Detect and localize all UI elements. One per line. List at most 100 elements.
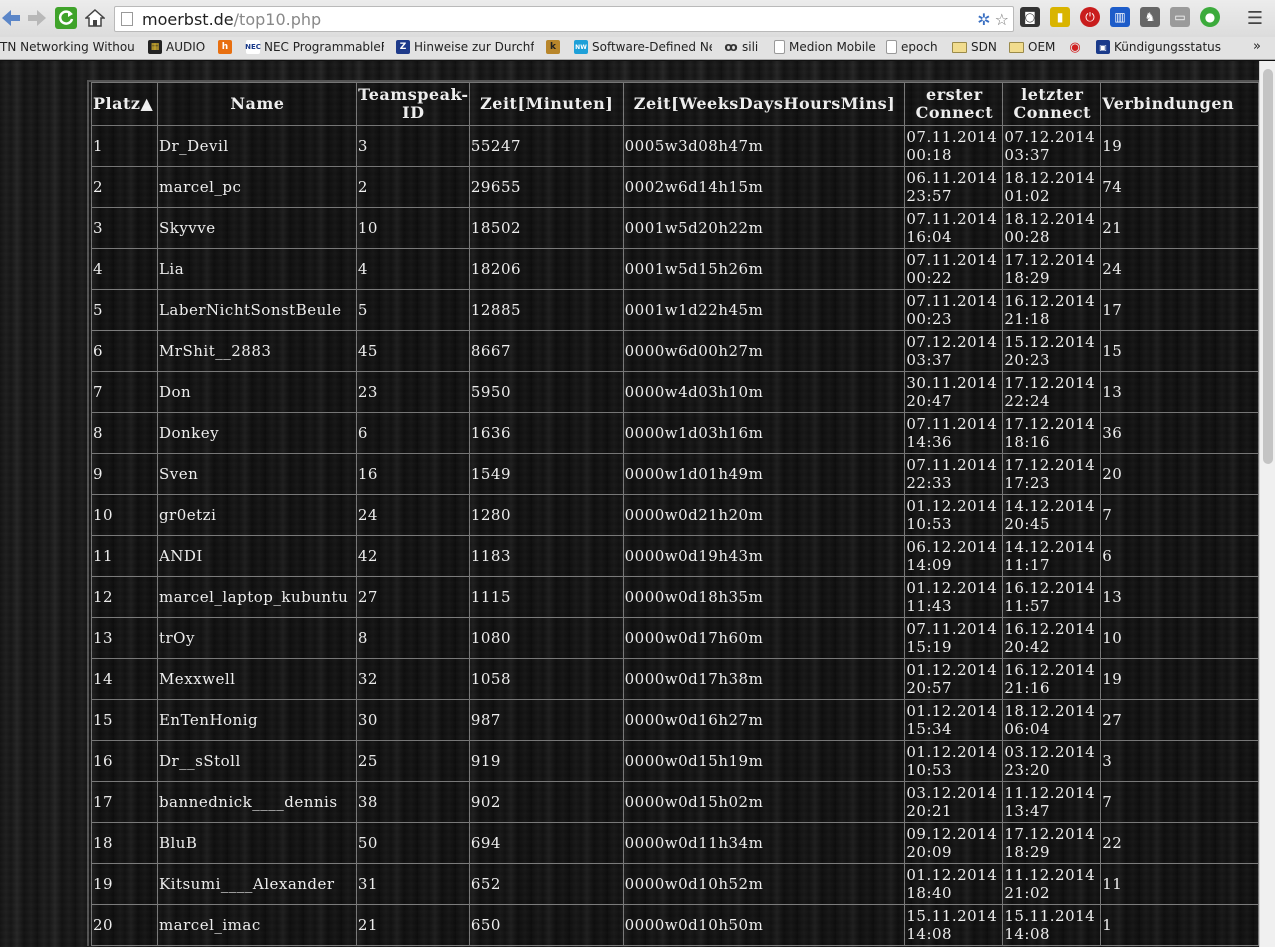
cell-verbindungen: 1	[1100, 904, 1259, 946]
page-viewport: Platz▲ Name Teamspeak- ID Zeit[Minuten] Z…	[0, 61, 1259, 947]
cell-teamspeak-id: 3	[355, 125, 470, 167]
bookmark-item[interactable]: Medion Mobile	[774, 40, 876, 54]
translate-icon[interactable]: ✲	[977, 10, 990, 29]
cell-letzter-connect: 11.12.2014 13:47	[1002, 781, 1102, 823]
cell-verbindungen: 20	[1100, 453, 1259, 495]
header-name[interactable]: Name	[156, 82, 357, 126]
bookmark-item[interactable]: ◉	[1068, 40, 1082, 55]
cell-letzter-connect-time: 18:16	[1004, 433, 1051, 451]
bookmark-item[interactable]: TN Networking Without	[0, 40, 134, 54]
cell-letzter-connect-date: 16.12.2014	[1004, 620, 1096, 638]
bookmark-item[interactable]: h	[218, 40, 232, 54]
bookmark-item[interactable]: ꝏ sili	[724, 40, 758, 54]
cell-teamspeak-id: 27	[355, 576, 470, 618]
header-erster-connect[interactable]: erster Connect	[904, 82, 1004, 126]
header-zeit-wdhm[interactable]: Zeit[WeeksDaysHoursMins]	[622, 82, 906, 126]
vertical-scrollbar[interactable]	[1259, 61, 1275, 947]
page-icon	[774, 40, 785, 54]
cell-verbindungen: 36	[1100, 412, 1259, 454]
menu-icon[interactable]: ☰	[1247, 8, 1263, 29]
header-letzter-connect[interactable]: letzter Connect	[1002, 82, 1102, 126]
cell-erster-connect-time: 10:53	[906, 515, 953, 533]
ranking-table: Platz▲ Name Teamspeak- ID Zeit[Minuten] Z…	[91, 82, 1259, 946]
cell-platz: 15	[91, 699, 158, 741]
spy-extension-icon[interactable]: ♞	[1140, 7, 1160, 27]
cell-zeit-minuten: 18502	[468, 207, 624, 249]
cell-letzter-connect-time: 23:20	[1004, 761, 1051, 779]
cell-verbindungen: 74	[1100, 166, 1259, 208]
cell-erster-connect-time: 10:53	[906, 761, 953, 779]
cell-erster-connect: 01.12.2014 20:57	[904, 658, 1004, 700]
cell-zeit-wdhm: 0000w1d03h16m	[622, 412, 906, 454]
back-arrow-icon[interactable]	[0, 7, 22, 29]
header-zeit-minuten[interactable]: Zeit[Minuten]	[468, 82, 624, 126]
cell-platz: 3	[91, 207, 158, 249]
bookmark-item[interactable]: k	[546, 40, 560, 54]
cell-name: Don	[156, 371, 357, 413]
cell-letzter-connect-time: 21:16	[1004, 679, 1051, 697]
cell-letzter-connect-time: 13:47	[1004, 802, 1051, 820]
cell-zeit-minuten: 8667	[468, 330, 624, 372]
comment-extension-icon[interactable]: ▭	[1170, 7, 1190, 27]
cell-platz: 10	[91, 494, 158, 536]
cell-zeit-wdhm: 0000w0d18h35m	[622, 576, 906, 618]
address-bar[interactable]: moerbst.de/top10.php ✲ ☆	[114, 6, 1014, 32]
table-row: 6 MrShit__2883 45 8667 0000w6d00h27m 07.12.20…	[91, 330, 1259, 372]
cell-erster-connect-date: 09.12.2014	[906, 825, 998, 843]
scrollbar-thumb[interactable]	[1263, 69, 1273, 464]
table-row: 12 marcel_laptop_kubuntu 27 1115 0000w0d18h3…	[91, 576, 1259, 618]
bookmark-item[interactable]: epoch	[886, 40, 938, 54]
bookmark-item[interactable]: OEM	[1009, 40, 1055, 54]
cell-name: LaberNichtSonstBeule	[156, 289, 357, 331]
cell-teamspeak-id: 8	[355, 617, 470, 659]
cell-letzter-connect-date: 16.12.2014	[1004, 579, 1096, 597]
more-bookmarks-button[interactable]: »	[1253, 39, 1261, 54]
bookmark-item[interactable]: ▦ AUDIO	[148, 40, 205, 54]
stop-extension-icon[interactable]: ⏻	[1080, 7, 1100, 27]
reload-icon[interactable]	[55, 7, 77, 29]
cell-letzter-connect-time: 01:02	[1004, 187, 1051, 205]
bookmark-item[interactable]: NW Software-Defined Ne	[574, 40, 712, 54]
table-row: 19 Kitsumi____Alexander 31 652 0000w0d10h52m…	[91, 863, 1259, 905]
phone-extension-icon[interactable]: ▮	[1050, 7, 1070, 27]
cell-platz: 6	[91, 330, 158, 372]
home-icon[interactable]	[84, 7, 106, 29]
evernote-extension-icon[interactable]: ●	[1200, 7, 1220, 27]
cell-name: MrShit__2883	[156, 330, 357, 372]
cell-letzter-connect-date: 16.12.2014	[1004, 292, 1096, 310]
forward-arrow-icon[interactable]	[26, 7, 48, 29]
table-row: 15 EnTenHonig 30 987 0000w0d16h27m 01.12.2014…	[91, 699, 1259, 741]
cell-erster-connect: 07.12.2014 03:37	[904, 330, 1004, 372]
stats-extension-icon[interactable]: ▥	[1110, 7, 1130, 27]
cell-zeit-wdhm: 0000w0d15h02m	[622, 781, 906, 823]
glasses-extension-icon[interactable]: ◙	[1020, 7, 1040, 27]
bookmark-label: Hinweise zur Durchfü	[414, 40, 534, 54]
bookmark-item[interactable]: ▣ Kündigungsstatus	[1096, 40, 1221, 54]
cell-teamspeak-id: 31	[355, 863, 470, 905]
header-teamspeak-id[interactable]: Teamspeak- ID	[355, 82, 470, 126]
cell-zeit-wdhm: 0000w4d03h10m	[622, 371, 906, 413]
star-icon[interactable]: ☆	[995, 10, 1009, 29]
cell-name: EnTenHonig	[156, 699, 357, 741]
cell-letzter-connect-time: 11:57	[1004, 597, 1051, 615]
cell-zeit-wdhm: 0000w0d21h20m	[622, 494, 906, 536]
cell-erster-connect-time: 00:23	[906, 310, 953, 328]
cell-erster-connect-date: 06.11.2014	[906, 169, 998, 187]
header-platz[interactable]: Platz▲	[91, 82, 158, 126]
cell-platz: 13	[91, 617, 158, 659]
cell-letzter-connect: 18.12.2014 06:04	[1002, 699, 1102, 741]
cell-letzter-connect: 17.12.2014 22:24	[1002, 371, 1102, 413]
cell-erster-connect-time: 20:57	[906, 679, 953, 697]
bookmark-label: AUDIO	[166, 40, 206, 54]
cell-zeit-minuten: 18206	[468, 248, 624, 290]
cell-zeit-minuten: 987	[468, 699, 624, 741]
header-verbindungen[interactable]: Verbindungen	[1100, 82, 1259, 126]
cell-letzter-connect-time: 06:04	[1004, 720, 1051, 738]
bookmark-item[interactable]: NEC NEC ProgrammableFl	[245, 40, 384, 54]
browser-toolbar: moerbst.de/top10.php ✲ ☆ ◙ ▮ ⏻ ▥ ♞ ▭ ● ☰	[0, 0, 1275, 37]
bookmark-item[interactable]: Z Hinweise zur Durchfü	[396, 40, 534, 54]
cell-zeit-wdhm: 0001w5d15h26m	[622, 248, 906, 290]
folder-icon	[952, 41, 967, 53]
bookmark-item[interactable]: SDN	[952, 40, 997, 54]
cell-teamspeak-id: 45	[355, 330, 470, 372]
